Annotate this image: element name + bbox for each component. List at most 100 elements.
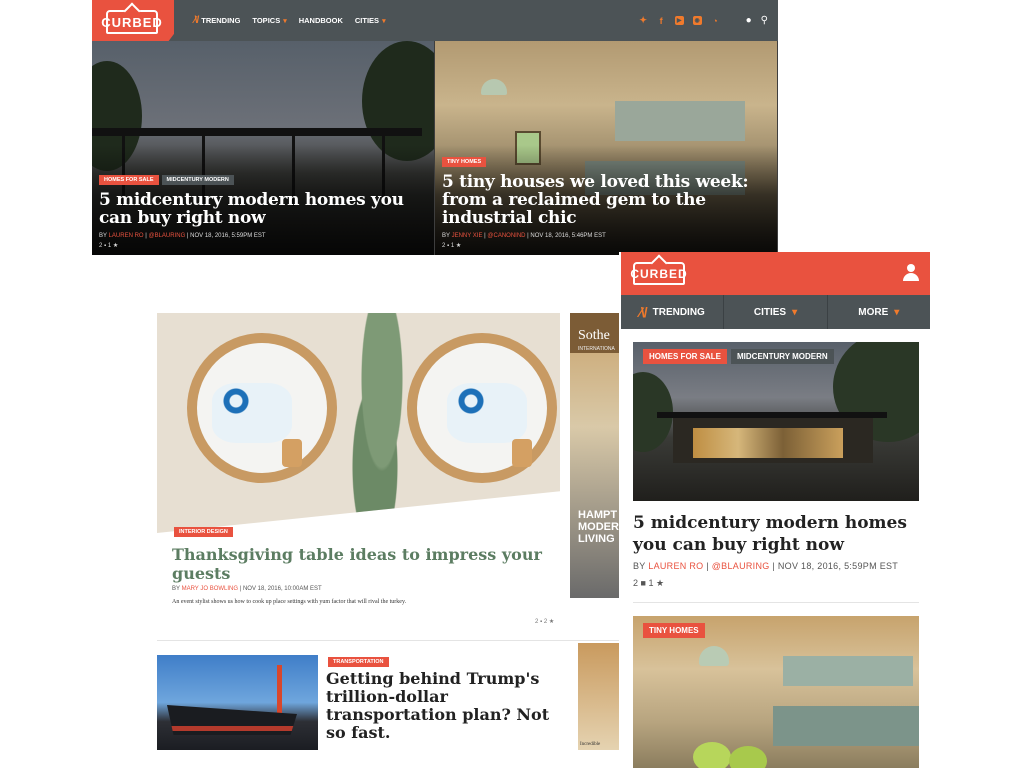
thanksgiving-table-image[interactable] xyxy=(157,313,560,533)
tag-midcentury-modern[interactable]: MIDCENTURY MODERN xyxy=(161,175,234,185)
story-dek: An event stylist shows us how to cook up… xyxy=(172,599,407,605)
hero-story-2[interactable]: TINY HOMES 5 tiny houses we loved this w… xyxy=(435,41,777,255)
hero-text-1: HOMES FOR SALE MIDCENTURY MODERN 5 midce… xyxy=(99,175,429,249)
tag-tiny-homes[interactable]: TINY HOMES xyxy=(442,157,487,167)
rss-icon[interactable]: ◔ xyxy=(711,16,720,26)
tree-shape xyxy=(362,41,434,161)
author-handle-link[interactable]: @CANONIND xyxy=(487,233,525,239)
house-glow-shape xyxy=(693,428,843,458)
napkin-shape xyxy=(447,383,527,443)
tag-homes-for-sale[interactable]: HOMES FOR SALE xyxy=(643,349,728,364)
user-icon[interactable] xyxy=(903,264,919,282)
author-handle-link[interactable]: @BLAURING xyxy=(712,561,770,571)
comment-count[interactable]: 2 xyxy=(99,243,102,249)
cabinet-shape xyxy=(773,706,919,746)
search-icon[interactable]: ⚲ xyxy=(761,15,768,26)
tag-list: HOMES FOR SALE MIDCENTURY MODERN xyxy=(99,175,429,185)
curbed-logo[interactable]: CURBED xyxy=(101,10,162,34)
nav-topics[interactable]: TOPICS ▾ xyxy=(252,16,286,25)
tag-list: TINY HOMES xyxy=(442,157,772,167)
caret-down-icon: ▾ xyxy=(894,306,900,318)
facebook-icon[interactable]: f xyxy=(657,16,666,26)
divider xyxy=(633,602,919,603)
star-icon: ★ xyxy=(548,619,555,625)
nav-more-label: MORE xyxy=(858,306,889,318)
author-link[interactable]: JENNY XIE xyxy=(452,233,483,239)
nav-handbook[interactable]: HANDBOOK xyxy=(299,16,343,25)
mobile-header: CURBED xyxy=(621,252,930,295)
comment-count[interactable]: 2 xyxy=(633,578,638,588)
chair-shape xyxy=(729,746,767,768)
comment-icon: ■ xyxy=(640,578,646,588)
user-icon[interactable]: ● xyxy=(746,15,752,26)
nav-cities[interactable]: CITIES ▾ xyxy=(724,295,828,329)
byline-prefix: BY xyxy=(442,233,450,239)
author-handle-link[interactable]: @BLAURING xyxy=(149,233,186,239)
comment-icon: ▪ xyxy=(540,619,543,625)
youtube-icon[interactable]: ▶ xyxy=(674,16,684,25)
mobile-screenshot: CURBED ⁄\/ TRENDING CITIES ▾ MORE ▾ HOME… xyxy=(621,252,930,768)
author-link[interactable]: LAUREN RO xyxy=(109,233,144,239)
nav-more[interactable]: MORE ▾ xyxy=(828,295,930,329)
nav-cities[interactable]: CITIES ▾ xyxy=(355,16,386,25)
nav-trending[interactable]: ⁄\/ TRENDING xyxy=(621,295,725,329)
twitter-icon[interactable]: ✦ xyxy=(639,15,648,25)
tag-midcentury-modern[interactable]: MIDCENTURY MODERN xyxy=(731,349,834,364)
nav-trending[interactable]: ⁄\/ TRENDING xyxy=(194,15,240,26)
cabinet-shape xyxy=(615,101,745,141)
tag-tiny-homes[interactable]: TINY HOMES xyxy=(643,623,705,638)
caret-down-icon: ▾ xyxy=(382,17,386,25)
story-title-transportation[interactable]: Getting behind Trump's trillion-dollar t… xyxy=(326,670,566,742)
napkin-shape xyxy=(212,383,292,443)
byline-prefix: BY xyxy=(172,586,180,592)
comment-count[interactable]: 2 xyxy=(535,619,538,625)
byline-date: NOV 18, 2016, 10:00AM EST xyxy=(242,586,322,592)
tag-interior-design[interactable]: INTERIOR DESIGN xyxy=(174,527,233,537)
story-counts-thanksgiving: 2 ▪ 2 ★ xyxy=(535,618,554,625)
curbed-logo[interactable]: CURBED xyxy=(630,262,687,285)
star-icon: ★ xyxy=(455,243,462,249)
hero-text-2: TINY HOMES 5 tiny houses we loved this w… xyxy=(442,157,772,249)
comment-count[interactable]: 2 xyxy=(442,243,445,249)
nav-trending-label: TRENDING xyxy=(652,306,705,318)
story-title-midcentury[interactable]: 5 midcentury modern homes you can buy ri… xyxy=(633,512,925,556)
hero-title-2[interactable]: 5 tiny houses we loved this week: from a… xyxy=(442,173,772,227)
nav-trending-label: TRENDING xyxy=(201,16,241,25)
hero-title-1[interactable]: 5 midcentury modern homes you can buy ri… xyxy=(99,191,429,227)
desktop-navbar: CURBED ⁄\/ TRENDING TOPICS ▾ HANDBOOK CI… xyxy=(92,0,778,47)
tag-transportation[interactable]: TRANSPORTATION xyxy=(328,657,389,667)
comment-icon: ▪ xyxy=(447,243,450,249)
nav-topics-label: TOPICS xyxy=(252,16,281,25)
mobile-navbar: ⁄\/ TRENDING CITIES ▾ MORE ▾ xyxy=(621,295,930,329)
story-byline-midcentury: BY LAUREN RO | @BLAURING | NOV 18, 2016,… xyxy=(633,561,899,571)
author-link[interactable]: MARY JO BOWLING xyxy=(182,586,238,592)
trending-icon: ⁄\/ xyxy=(194,15,199,26)
instagram-icon[interactable]: ◉ xyxy=(692,16,702,25)
byline-date: NOV 18, 2016, 5:46PM EST xyxy=(530,233,606,239)
hero-byline-1: BY LAUREN RO | @BLAURING | NOV 18, 2016,… xyxy=(99,233,266,239)
ad-subtitle: INTERNATIONA xyxy=(578,346,615,352)
tiny-home-image[interactable] xyxy=(633,616,919,768)
hero-story-1[interactable]: HOMES FOR SALE MIDCENTURY MODERN 5 midce… xyxy=(92,41,434,255)
house-roof-shape xyxy=(92,128,422,136)
desktop-social-bar: ✦ f ▶ ◉ ◔ ● ⚲ xyxy=(639,0,768,41)
tag-list: HOMES FOR SALE MIDCENTURY MODERN xyxy=(643,349,834,364)
nav-cities-label: CITIES xyxy=(354,16,380,25)
transportation-image[interactable] xyxy=(157,655,318,750)
user-icon-body xyxy=(903,273,919,281)
byline-date: NOV 18, 2016, 5:59PM EST xyxy=(190,233,266,239)
byline-prefix: BY xyxy=(99,233,107,239)
rec-count[interactable]: 1 xyxy=(451,243,454,249)
desktop-logo-box[interactable]: CURBED xyxy=(92,0,174,47)
comment-icon: ▪ xyxy=(104,243,107,249)
story-card-thanksgiving[interactable]: INTERIOR DESIGN Thanksgiving table ideas… xyxy=(157,313,560,605)
greenery-shape xyxy=(347,313,417,533)
story-title-thanksgiving[interactable]: Thanksgiving table ideas to impress your… xyxy=(172,545,552,583)
rec-count[interactable]: 1 xyxy=(108,243,111,249)
author-link[interactable]: LAUREN RO xyxy=(648,561,703,571)
rec-count[interactable]: 1 xyxy=(648,578,653,588)
rec-count[interactable]: 2 xyxy=(544,619,547,625)
tag-homes-for-sale[interactable]: HOMES FOR SALE xyxy=(99,175,159,185)
desktop-nav-menu: ⁄\/ TRENDING TOPICS ▾ HANDBOOK CITIES ▾ xyxy=(194,0,386,41)
midcentury-home-image[interactable] xyxy=(633,342,919,501)
